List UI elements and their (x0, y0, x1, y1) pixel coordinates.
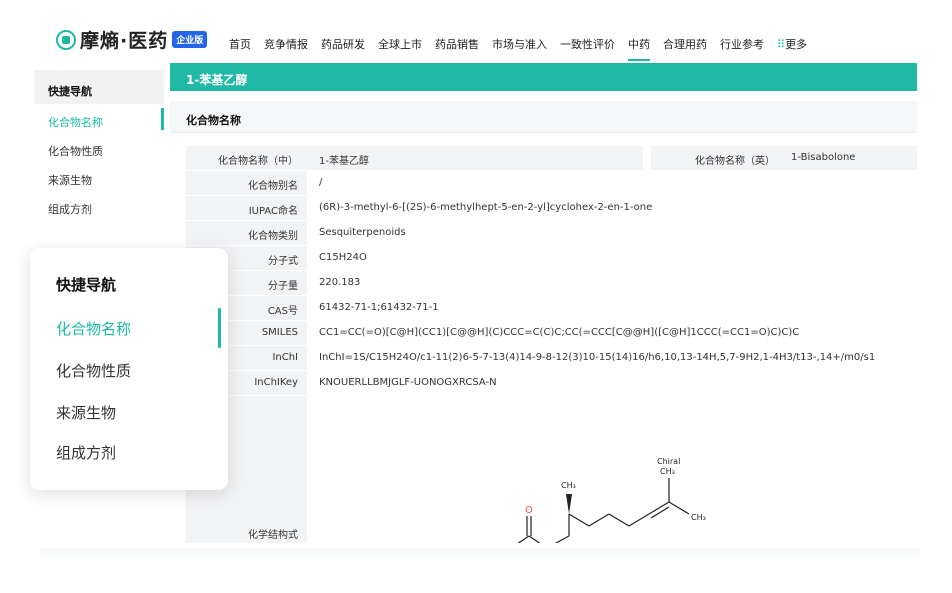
card-item-source-organism[interactable]: 来源生物 (56, 402, 116, 423)
table-row: InChI InChI=1S/C15H24O/c1-11(2)6-5-7-13(… (186, 346, 917, 370)
row-label: 化合物类别 (186, 221, 307, 245)
chemical-structure-image: O CH₃ Chiral CH₃ CH₃ (517, 457, 706, 543)
active-indicator (218, 308, 221, 348)
table-row: CAS号 61432-71-1;61432-71-1 (186, 296, 917, 320)
oxygen-label: O (525, 505, 533, 516)
row-value: 1-Bisabolone (783, 146, 917, 170)
row-value: CC1=CC(=O)[C@H](CC1)[C@@H](C)CCC=C(C)C;C… (307, 321, 917, 345)
methyl-label: CH₃ (561, 481, 576, 490)
row-value: 220.183 (307, 271, 917, 295)
main-content: 1-苯基乙醇 化合物名称 化合物名称（中） 1-苯基乙醇 化合物名称（英） 1-… (170, 63, 917, 543)
quick-nav-card: 快捷导航 化合物名称 化合物性质 来源生物 组成方剂 (30, 248, 228, 490)
card-item-compound-properties[interactable]: 化合物性质 (56, 360, 131, 381)
nav-item-drug-sales[interactable]: 药品销售 (435, 36, 479, 52)
table-row: SMILES CC1=CC(=O)[C@H](CC1)[C@@H](C)CCC=… (186, 321, 917, 345)
main-nav: 首页 竞争情报 药品研发 全球上市 药品销售 市场与准入 一致性评价 中药 合理… (229, 36, 820, 61)
row-label: 化合物名称（中） (186, 146, 307, 170)
section-title: 化合物名称 (170, 101, 917, 133)
row-value: 1-苯基乙醇 (307, 146, 643, 170)
sidebar-item-compound-name[interactable]: 化合物名称 (34, 104, 164, 133)
brand-logo[interactable]: 摩熵·医药 企业版 (56, 26, 208, 53)
table-row: 化合物类别 Sesquiterpenoids (186, 221, 917, 245)
structure-cell: O CH₃ Chiral CH₃ CH₃ (307, 396, 917, 543)
card-item-compound-name[interactable]: 化合物名称 (56, 318, 131, 339)
nav-item-market-access[interactable]: 市场与准入 (492, 36, 547, 52)
row-value: Sesquiterpenoids (307, 221, 917, 245)
sidebar-item-source-organism[interactable]: 来源生物 (34, 162, 164, 191)
row-label: IUPAC命名 (186, 196, 307, 220)
page-title: 1-苯基乙醇 (170, 63, 917, 91)
compound-info-table: 化合物名称（中） 1-苯基乙醇 化合物名称（英） 1-Bisabolone 化合… (186, 146, 917, 543)
table-row: 化合物名称（中） 1-苯基乙醇 化合物名称（英） 1-Bisabolone (186, 146, 917, 170)
row-label: 化合物别名 (186, 171, 307, 195)
top-navigation-bar: 摩熵·医药 企业版 首页 竞争情报 药品研发 全球上市 药品销售 市场与准入 一… (0, 0, 952, 62)
logo-icon (56, 29, 76, 50)
grid-icon: ⠿ (777, 38, 786, 51)
brand-name: 摩熵·医药 (80, 30, 169, 52)
nav-item-industry-ref[interactable]: 行业参考 (720, 36, 764, 52)
sidebar-item-compound-properties[interactable]: 化合物性质 (34, 133, 164, 162)
row-value: C15H24O (307, 246, 917, 270)
nav-more-label: 更多 (785, 38, 808, 51)
nav-item-tcm[interactable]: 中药 (628, 36, 650, 61)
nav-more-button[interactable]: ⠿更多 (777, 36, 807, 52)
table-row: 化学结构式 O CH₃ Chiral CH₃ CH₃ (186, 396, 917, 543)
card-title: 快捷导航 (56, 276, 117, 294)
methyl-label: CH₃ (691, 513, 706, 522)
nav-item-home[interactable]: 首页 (229, 36, 251, 52)
table-row: 分子式 C15H24O (186, 246, 917, 270)
row-label: 化合物名称（英） (651, 146, 783, 170)
sidebar-title: 快捷导航 (34, 70, 164, 104)
row-value: InChI=1S/C15H24O/c1-11(2)6-5-7-13(4)14-9… (307, 346, 917, 370)
enterprise-badge: 企业版 (172, 31, 208, 48)
nav-item-consistency-eval[interactable]: 一致性评价 (560, 36, 615, 52)
card-item-formula[interactable]: 组成方剂 (56, 442, 116, 463)
nav-item-global-launch[interactable]: 全球上市 (378, 36, 422, 52)
chiral-label: Chiral (657, 457, 680, 466)
table-row: InChIKey KNOUERLLBMJGLF-UONOGXRCSA-N (186, 371, 917, 395)
row-value: (6R)-3-methyl-6-[(2S)-6-methylhept-5-en-… (307, 196, 917, 220)
row-value: / (307, 171, 917, 195)
table-row: 分子量 220.183 (186, 271, 917, 295)
page-footer-shade (40, 548, 920, 562)
table-row: IUPAC命名 (6R)-3-methyl-6-[(2S)-6-methylhe… (186, 196, 917, 220)
nav-item-rational-use[interactable]: 合理用药 (663, 36, 707, 52)
nav-item-competitive-intel[interactable]: 竞争情报 (264, 36, 308, 52)
table-row: 化合物别名 / (186, 171, 917, 195)
row-value: 61432-71-1;61432-71-1 (307, 296, 917, 320)
methyl-label: CH₃ (660, 467, 675, 476)
nav-item-drug-rd[interactable]: 药品研发 (321, 36, 365, 52)
sidebar-item-formula[interactable]: 组成方剂 (34, 191, 164, 220)
row-value: KNOUERLLBMJGLF-UONOGXRCSA-N (307, 371, 917, 395)
